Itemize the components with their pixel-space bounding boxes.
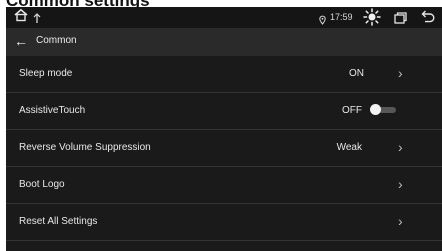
setting-value: Weak bbox=[336, 142, 362, 153]
chevron-right-icon: › bbox=[398, 213, 403, 229]
signal-icon bbox=[33, 10, 41, 28]
setting-label: AssistiveTouch bbox=[19, 105, 86, 116]
title-bar: ← Common bbox=[6, 28, 442, 56]
setting-row-reverse-volume-suppression[interactable]: Reverse Volume Suppression Weak › bbox=[6, 130, 442, 167]
chevron-right-icon: › bbox=[398, 139, 403, 155]
return-icon[interactable] bbox=[421, 10, 435, 28]
chevron-right-icon: › bbox=[398, 176, 403, 192]
back-arrow-icon[interactable]: ← bbox=[14, 33, 28, 49]
setting-label: Boot Logo bbox=[19, 179, 65, 190]
setting-row-sleep-mode[interactable]: Sleep mode ON › bbox=[6, 56, 442, 93]
setting-row-assistivetouch[interactable]: AssistiveTouch OFF bbox=[6, 93, 442, 130]
setting-label: Sleep mode bbox=[19, 68, 73, 79]
setting-value: ON bbox=[349, 68, 364, 79]
page-title: Common bbox=[36, 35, 77, 46]
setting-row-boot-logo[interactable]: Boot Logo › bbox=[6, 167, 442, 204]
home-icon[interactable] bbox=[14, 8, 28, 27]
status-bar: 17:59 bbox=[6, 7, 442, 28]
setting-label: Reset All Settings bbox=[19, 216, 98, 227]
toggle-knob bbox=[370, 104, 381, 115]
chevron-right-icon: › bbox=[398, 65, 403, 81]
assistivetouch-toggle[interactable] bbox=[370, 104, 396, 115]
clock: 17:59 bbox=[330, 12, 353, 22]
window-icon[interactable] bbox=[394, 11, 407, 29]
setting-value: OFF bbox=[342, 105, 362, 116]
setting-label: Reverse Volume Suppression bbox=[19, 142, 151, 153]
head-unit-screen: 17:59 ← Common Sleep mode ON › Assistive… bbox=[6, 7, 442, 251]
setting-row-reset-all-settings[interactable]: Reset All Settings › bbox=[6, 204, 442, 241]
